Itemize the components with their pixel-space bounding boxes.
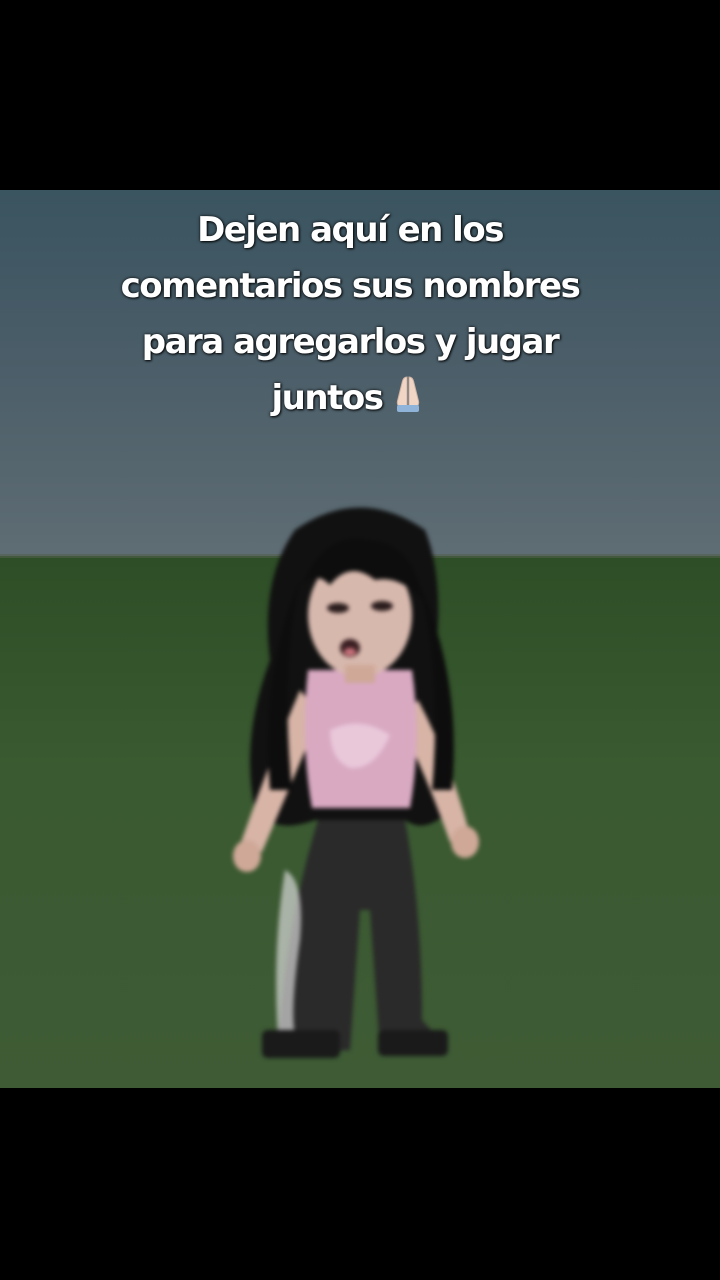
- avatar-neck: [345, 665, 375, 683]
- caption-line-1: Dejen aquí en los: [197, 210, 504, 250]
- caption-line-2: comentarios sus nombres: [120, 266, 581, 306]
- avatar-right-hand: [451, 826, 479, 858]
- avatar-right-eye: [371, 601, 393, 611]
- video-caption: Dejen aquí en los comentarios sus nombre…: [60, 202, 640, 430]
- player-avatar: [233, 507, 479, 1058]
- folded-hands-icon: [388, 373, 428, 430]
- game-viewport: Dejen aquí en los comentarios sus nombre…: [0, 190, 720, 1088]
- avatar-left-hand: [233, 840, 261, 872]
- avatar-right-shoe: [378, 1030, 448, 1056]
- caption-line-3: para agregarlos y jugar: [141, 322, 560, 362]
- caption-line-4-text: juntos: [271, 378, 384, 418]
- caption-line-4: juntos: [60, 370, 640, 430]
- avatar-left-eye: [327, 603, 349, 613]
- avatar-left-shoe: [262, 1030, 340, 1058]
- avatar-tongue: [344, 648, 356, 656]
